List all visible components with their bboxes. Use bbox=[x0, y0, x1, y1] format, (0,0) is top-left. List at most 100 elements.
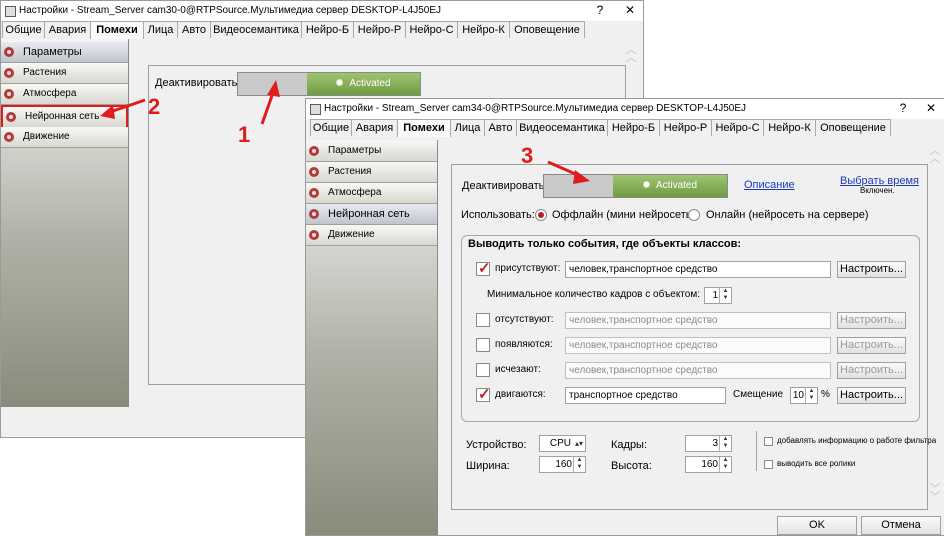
frames-spinner[interactable]: 3 ▲ ▼ bbox=[685, 435, 732, 452]
window-icon bbox=[310, 104, 321, 115]
configure-disappear-button[interactable]: Настроить... bbox=[837, 362, 906, 379]
online-radio[interactable] bbox=[688, 209, 700, 221]
help-button[interactable]: ? bbox=[591, 2, 609, 18]
tab-faces[interactable]: Лица bbox=[143, 21, 178, 38]
spinner-arrows-icon[interactable]: ▲ ▼ bbox=[719, 288, 731, 303]
disappear-classes-field[interactable]: человек,транспортное средство bbox=[565, 362, 831, 379]
tab-alarm[interactable]: Авария bbox=[44, 21, 91, 38]
offset-spinner[interactable]: 10 ▲ ▼ bbox=[790, 387, 818, 404]
deactivate-label: Деактивировать bbox=[155, 77, 238, 89]
width-spinner[interactable]: 160 ▲ ▼ bbox=[539, 456, 586, 473]
tab-faces[interactable]: Лица bbox=[450, 119, 485, 136]
group-title: Выводить только события, где объекты кла… bbox=[468, 238, 742, 250]
tab-video-semantics[interactable]: Видеосемантика bbox=[210, 21, 302, 38]
sidebar-item-atmosphere[interactable]: Атмосфера bbox=[306, 183, 437, 204]
tab-alarm[interactable]: Авария bbox=[351, 119, 398, 136]
cancel-button[interactable]: Отмена bbox=[861, 516, 941, 535]
sidebar-item-parameters[interactable]: Параметры bbox=[1, 42, 128, 63]
description-link[interactable]: Описание bbox=[744, 179, 795, 191]
tab-neuro-k[interactable]: Нейро-К bbox=[457, 21, 510, 38]
appear-classes-field[interactable]: человек,транспортное средство bbox=[565, 337, 831, 354]
tab-neuro-s[interactable]: Нейро-С bbox=[711, 119, 764, 136]
move-checkbox[interactable] bbox=[476, 385, 491, 403]
front-title-bar: Настройки - Stream_Server cam34-0@RTPSou… bbox=[306, 99, 944, 119]
min-frames-label: Минимальное количество кадров с объектом… bbox=[487, 289, 700, 300]
tab-auto[interactable]: Авто bbox=[484, 119, 517, 136]
gear-icon bbox=[309, 230, 319, 240]
spinner-arrows-icon[interactable]: ▲ ▼ bbox=[573, 457, 585, 472]
tab-neuro-b[interactable]: Нейро-Б bbox=[301, 21, 354, 38]
spinner-arrows-icon[interactable]: ▲ ▼ bbox=[805, 388, 817, 403]
close-button[interactable]: ✕ bbox=[922, 100, 940, 116]
back-sidebar: Параметры Растения Атмосфера Нейронная с… bbox=[1, 39, 129, 407]
tab-general[interactable]: Общие bbox=[310, 119, 352, 136]
tab-interference[interactable]: Помехи bbox=[397, 119, 451, 137]
disappear-label: исчезают: bbox=[495, 364, 541, 375]
present-checkbox[interactable] bbox=[476, 259, 491, 277]
spinner-arrows-icon[interactable]: ▲ ▼ bbox=[719, 436, 731, 451]
close-button[interactable]: ✕ bbox=[621, 2, 639, 18]
sidebar-item-plants[interactable]: Растения bbox=[306, 162, 437, 183]
tab-neuro-r[interactable]: Нейро-Р bbox=[353, 21, 406, 38]
offline-radio[interactable] bbox=[535, 209, 547, 221]
height-label: Высота: bbox=[611, 460, 652, 472]
front-settings-window: Настройки - Stream_Server cam34-0@RTPSou… bbox=[305, 98, 944, 536]
height-spinner[interactable]: 160 ▲ ▼ bbox=[685, 456, 732, 473]
gear-icon bbox=[4, 47, 14, 57]
gear-icon bbox=[309, 167, 319, 177]
device-label: Устройство: bbox=[466, 439, 527, 451]
sidebar-item-neural-network[interactable]: Нейронная сеть bbox=[1, 105, 128, 129]
tab-neuro-r[interactable]: Нейро-Р bbox=[659, 119, 712, 136]
toggle-on-state: Activated bbox=[613, 175, 727, 197]
offset-unit: % bbox=[821, 389, 830, 400]
gear-icon bbox=[309, 188, 319, 198]
show-all-checkbox[interactable] bbox=[764, 460, 773, 469]
configure-present-button[interactable]: Настроить... bbox=[837, 261, 906, 278]
scroll-down-icon[interactable]: ﹀ ﹀ bbox=[928, 484, 942, 503]
absent-label: отсутствуют: bbox=[495, 314, 554, 325]
annotation-label-3: 3 bbox=[521, 143, 534, 168]
min-frames-spinner[interactable]: 1 ▲ ▼ bbox=[704, 287, 732, 304]
tab-notification[interactable]: Оповещение bbox=[815, 119, 891, 136]
configure-appear-button[interactable]: Настроить... bbox=[837, 337, 906, 354]
scroll-up-icon[interactable]: ︿ ︿ bbox=[624, 45, 638, 64]
activation-toggle[interactable]: Activated bbox=[237, 72, 421, 96]
tab-video-semantics[interactable]: Видеосемантика bbox=[516, 119, 608, 136]
ok-button[interactable]: OK bbox=[777, 516, 857, 535]
sidebar-item-plants[interactable]: Растения bbox=[1, 63, 128, 84]
configure-move-button[interactable]: Настроить... bbox=[837, 387, 906, 404]
sidebar-item-movement[interactable]: Движение bbox=[1, 127, 128, 148]
help-button[interactable]: ? bbox=[894, 100, 912, 116]
absent-checkbox[interactable] bbox=[476, 313, 490, 327]
disappear-checkbox[interactable] bbox=[476, 363, 490, 377]
sidebar-item-atmosphere[interactable]: Атмосфера bbox=[1, 84, 128, 105]
activation-toggle[interactable]: Activated bbox=[543, 174, 728, 198]
sidebar-item-movement[interactable]: Движение bbox=[306, 225, 437, 246]
status-dot-icon bbox=[336, 78, 344, 86]
scroll-up-icon[interactable]: ︿ ︿ bbox=[928, 146, 942, 165]
sidebar-item-neural-network[interactable]: Нейронная сеть bbox=[306, 204, 437, 225]
tab-neuro-s[interactable]: Нейро-С bbox=[405, 21, 458, 38]
tab-neuro-k[interactable]: Нейро-К bbox=[763, 119, 816, 136]
gear-icon bbox=[4, 68, 14, 78]
sidebar-item-parameters[interactable]: Параметры bbox=[306, 141, 437, 162]
status-dot-icon bbox=[642, 180, 650, 188]
add-info-checkbox[interactable] bbox=[764, 437, 773, 446]
absent-classes-field[interactable]: человек,транспортное средство bbox=[565, 312, 831, 329]
present-classes-field[interactable]: человек,транспортное средство bbox=[565, 261, 831, 278]
tab-neuro-b[interactable]: Нейро-Б bbox=[607, 119, 660, 136]
chevron-down-icon[interactable]: ▴▾ bbox=[573, 436, 585, 451]
move-classes-field[interactable]: транспортное средство bbox=[565, 387, 726, 404]
tab-auto[interactable]: Авто bbox=[177, 21, 211, 38]
show-all-label: выводить все ролики bbox=[777, 459, 856, 468]
appear-checkbox[interactable] bbox=[476, 338, 490, 352]
spinner-arrows-icon[interactable]: ▲ ▼ bbox=[719, 457, 731, 472]
tab-general[interactable]: Общие bbox=[2, 21, 45, 38]
offline-option-label: Оффлайн (мини нейросеть) bbox=[552, 209, 696, 221]
gear-icon bbox=[6, 112, 16, 122]
tab-notification[interactable]: Оповещение bbox=[509, 21, 585, 38]
appear-label: появляются: bbox=[495, 339, 553, 350]
tab-interference[interactable]: Помехи bbox=[90, 21, 144, 39]
device-select[interactable]: CPU ▴▾ bbox=[539, 435, 586, 452]
configure-absent-button[interactable]: Настроить... bbox=[837, 312, 906, 329]
